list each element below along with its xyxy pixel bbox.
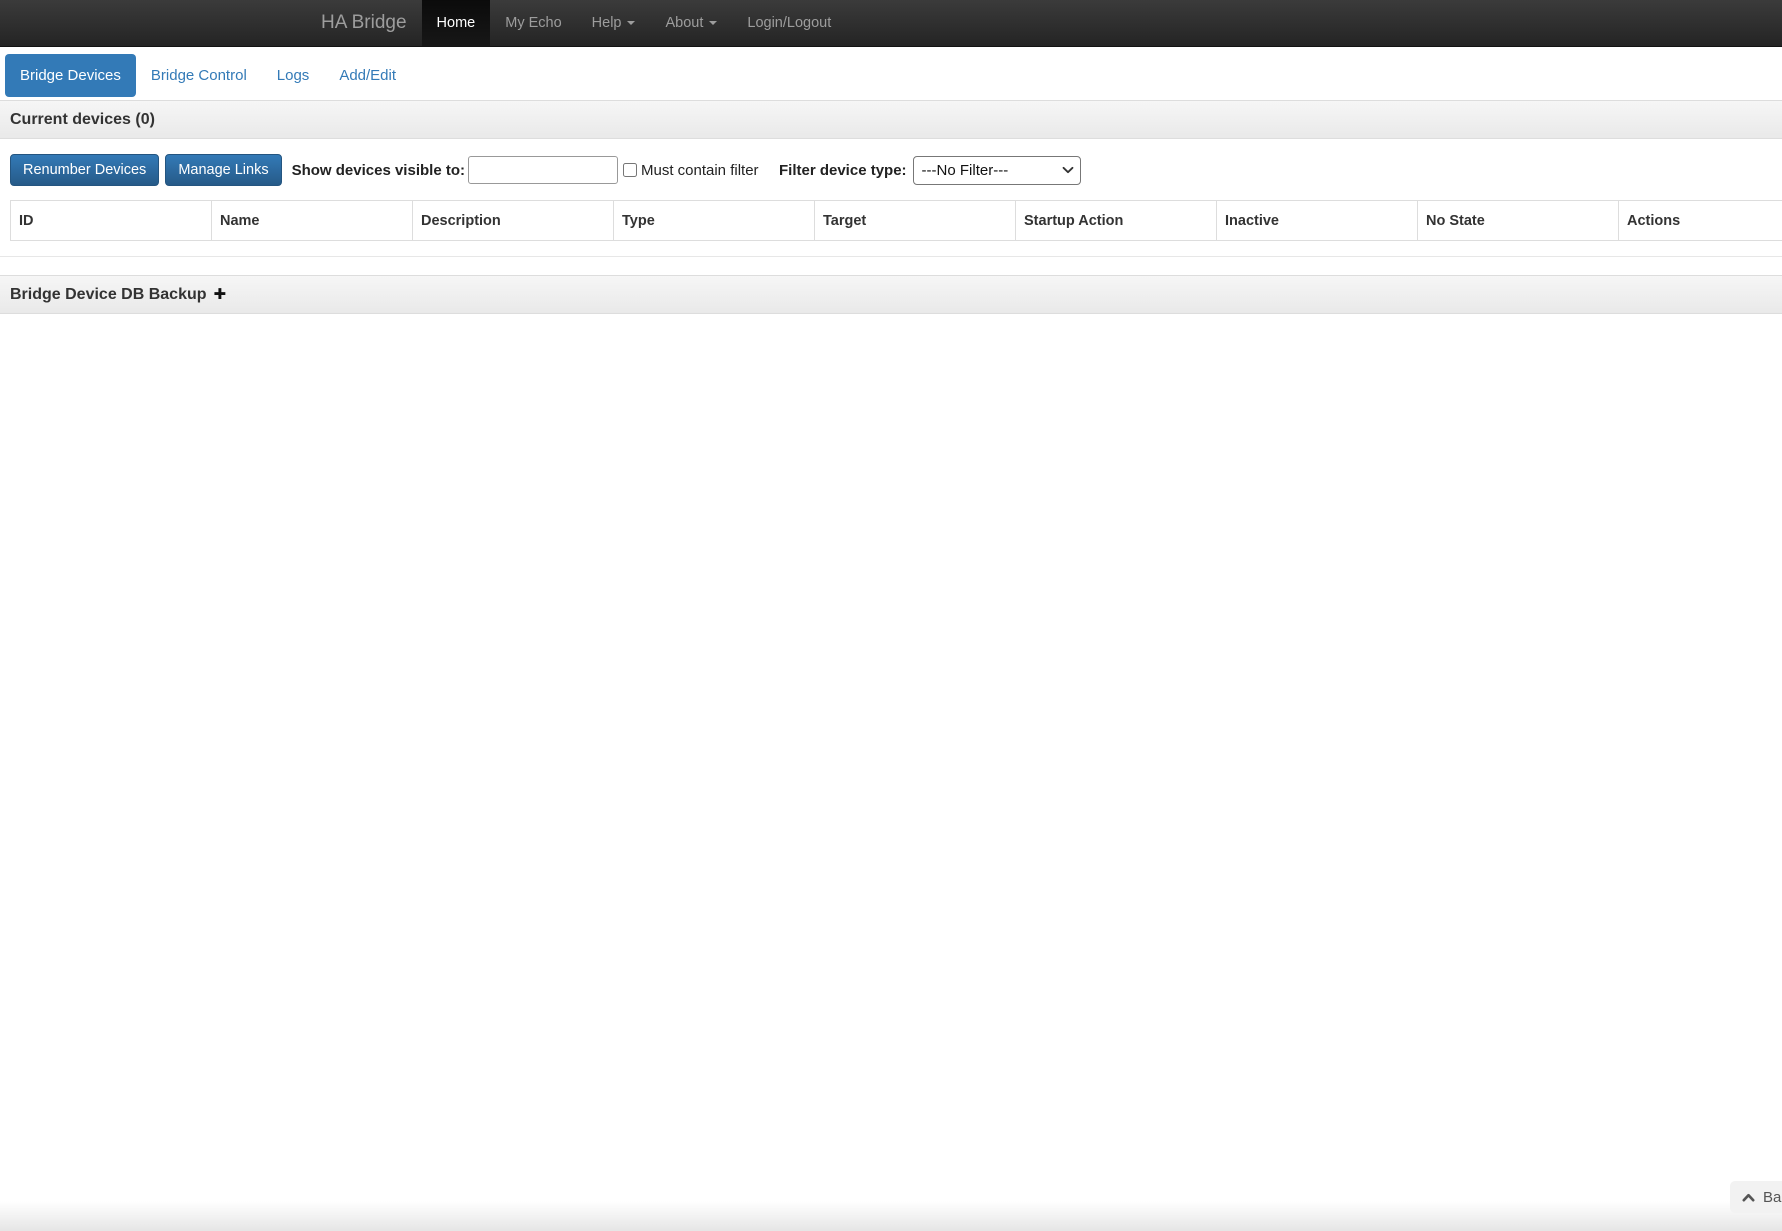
must-contain-checkbox[interactable] <box>622 163 637 177</box>
column-header-actions: Actions <box>1618 200 1782 241</box>
top-navbar: HA Bridge Home My Echo Help About Login/… <box>0 0 1782 47</box>
nav-item-home[interactable]: Home <box>421 0 491 46</box>
type-filter-group: Filter device type: ---No Filter--- <box>775 154 1081 186</box>
nav-item-help[interactable]: Help <box>577 0 651 46</box>
device-type-select[interactable]: ---No Filter--- <box>912 155 1081 185</box>
tab-logs[interactable]: Logs <box>262 54 325 97</box>
renumber-devices-button[interactable]: Renumber Devices <box>10 154 160 186</box>
bottom-page-shadow <box>0 1201 1782 1231</box>
tab-bridge-control[interactable]: Bridge Control <box>136 54 262 97</box>
section-divider <box>0 256 1782 257</box>
column-header-type: Type <box>613 200 815 241</box>
devices-table-header-row: ID Name Description Type Target Startup … <box>10 200 1782 241</box>
navbar-container: HA Bridge Home My Echo Help About Login/… <box>306 0 1476 46</box>
back-to-top-label: Bac <box>1763 1188 1782 1206</box>
nav-label-help: Help <box>591 15 622 31</box>
tab-bridge-devices[interactable]: Bridge Devices <box>5 54 136 97</box>
caret-down-icon <box>709 21 718 25</box>
must-contain-label: Must contain filter <box>640 161 759 179</box>
db-backup-title: Bridge Device DB Backup <box>10 285 207 303</box>
brand[interactable]: HA Bridge <box>306 0 422 46</box>
device-controls-row: Renumber Devices Manage Links Show devic… <box>10 154 1782 186</box>
column-header-startup-action: Startup Action <box>1015 200 1217 241</box>
devices-table: ID Name Description Type Target Startup … <box>10 200 1782 241</box>
current-devices-title: Current devices (0) <box>10 110 155 128</box>
tab-add-edit[interactable]: Add/Edit <box>324 54 411 97</box>
nav-link-home[interactable]: Home <box>421 0 491 46</box>
nav-link-login-logout[interactable]: Login/Logout <box>732 0 846 46</box>
nav-link-help[interactable]: Help <box>577 0 651 46</box>
column-header-name: Name <box>211 200 413 241</box>
column-header-id: ID <box>10 200 212 241</box>
must-contain-filter: Must contain filter <box>622 161 759 179</box>
tab-bar: Bridge Devices Bridge Control Logs Add/E… <box>5 54 1782 97</box>
type-filter-select-wrap: ---No Filter--- <box>912 155 1081 185</box>
chevron-up-icon <box>1742 1193 1755 1201</box>
plus-icon[interactable]: ✚ <box>214 287 227 302</box>
nav-item-login-logout[interactable]: Login/Logout <box>732 0 846 46</box>
visible-filter-input[interactable] <box>467 156 618 184</box>
column-header-no-state: No State <box>1417 200 1619 241</box>
nav-link-my-echo[interactable]: My Echo <box>490 0 576 46</box>
nav-link-about[interactable]: About <box>650 0 732 46</box>
back-to-top-button[interactable]: Bac <box>1730 1181 1782 1213</box>
current-devices-heading: Current devices (0) <box>0 100 1782 139</box>
navbar-menu: Home My Echo Help About Login/Logout <box>421 0 847 46</box>
manage-links-button[interactable]: Manage Links <box>165 154 282 186</box>
db-backup-heading: Bridge Device DB Backup ✚ <box>0 275 1782 314</box>
column-header-target: Target <box>814 200 1016 241</box>
caret-down-icon <box>627 21 636 25</box>
nav-label-about: About <box>665 15 704 31</box>
nav-item-about[interactable]: About <box>650 0 732 46</box>
column-header-description: Description <box>412 200 614 241</box>
nav-item-my-echo[interactable]: My Echo <box>490 0 576 46</box>
type-filter-label: Filter device type: <box>779 161 907 179</box>
column-header-inactive: Inactive <box>1216 200 1418 241</box>
visible-filter-label: Show devices visible to: <box>291 161 465 179</box>
